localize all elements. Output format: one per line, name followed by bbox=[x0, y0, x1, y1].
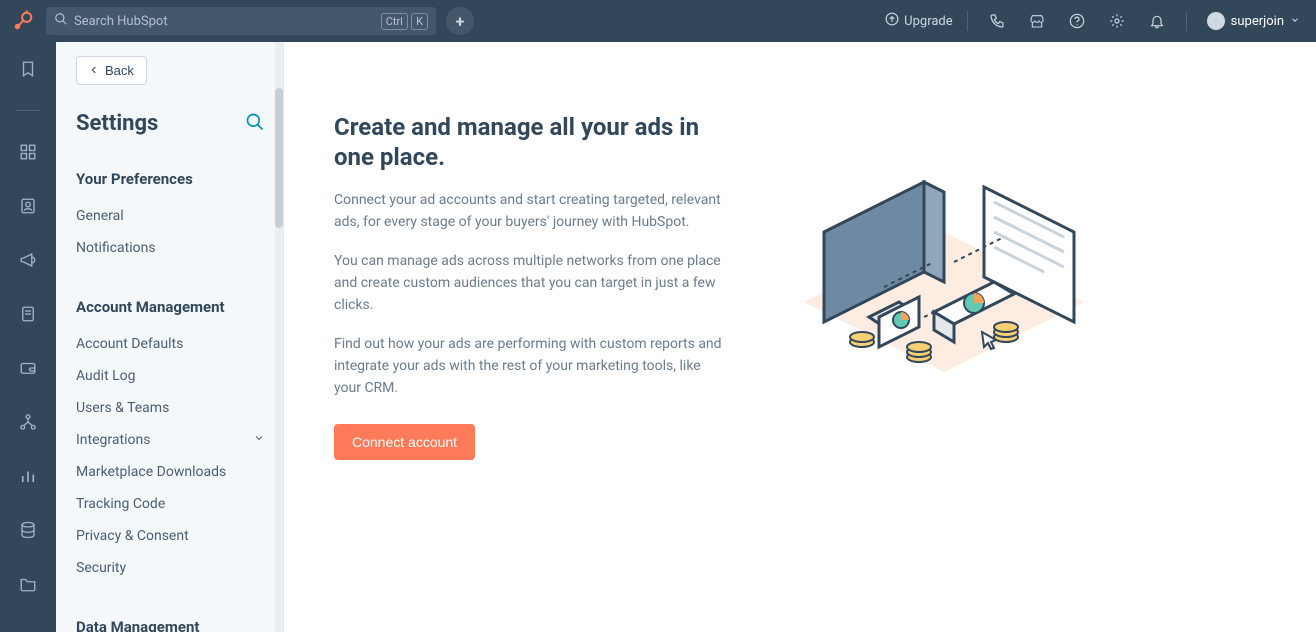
sidebar-item-integrations[interactable]: Integrations bbox=[76, 424, 265, 456]
notifications-icon[interactable] bbox=[1142, 6, 1172, 36]
paragraph-3: Find out how your ads are performing wit… bbox=[334, 334, 724, 399]
sidebar-item-marketplace-downloads[interactable]: Marketplace Downloads bbox=[76, 456, 265, 488]
left-rail bbox=[0, 42, 56, 632]
upgrade-icon bbox=[885, 12, 899, 30]
folder-icon[interactable] bbox=[15, 571, 41, 597]
hubspot-logo[interactable] bbox=[10, 8, 36, 34]
user-label: superjoin bbox=[1231, 14, 1284, 29]
top-navbar: Search HubSpot Ctrl K + Upgrade superjoi… bbox=[0, 0, 1316, 42]
wallet-icon[interactable] bbox=[15, 355, 41, 381]
global-search[interactable]: Search HubSpot Ctrl K bbox=[46, 7, 436, 35]
section-data-management: Data Management bbox=[76, 618, 265, 632]
sidebar-item-security[interactable]: Security bbox=[76, 552, 265, 584]
chart-icon[interactable] bbox=[15, 463, 41, 489]
page-heading: Create and manage all your ads in one pl… bbox=[334, 112, 724, 172]
database-icon[interactable] bbox=[15, 517, 41, 543]
upgrade-link[interactable]: Upgrade bbox=[885, 12, 952, 30]
settings-icon[interactable] bbox=[1102, 6, 1132, 36]
section-your-preferences: Your Preferences bbox=[76, 170, 265, 188]
chevron-left-icon bbox=[89, 63, 99, 78]
user-menu[interactable]: superjoin bbox=[1201, 12, 1306, 30]
section-account-management: Account Management bbox=[76, 298, 265, 316]
phone-icon[interactable] bbox=[982, 6, 1012, 36]
chevron-down-icon bbox=[253, 432, 265, 448]
settings-title: Settings bbox=[76, 111, 158, 136]
plus-icon: + bbox=[456, 12, 465, 31]
help-icon[interactable] bbox=[1062, 6, 1092, 36]
sidebar-item-account-defaults[interactable]: Account Defaults bbox=[76, 328, 265, 360]
sidebar-item-users-teams[interactable]: Users & Teams bbox=[76, 392, 265, 424]
sidebar-item-general[interactable]: General bbox=[76, 200, 265, 232]
main-content: Create and manage all your ads in one pl… bbox=[284, 42, 1316, 632]
connect-account-button[interactable]: Connect account bbox=[334, 424, 475, 460]
back-button[interactable]: Back bbox=[76, 56, 147, 85]
scrollbar-thumb[interactable] bbox=[275, 88, 283, 228]
back-label: Back bbox=[105, 63, 134, 78]
marketplace-icon[interactable] bbox=[1022, 6, 1052, 36]
grid-icon[interactable] bbox=[15, 139, 41, 165]
hero-illustration bbox=[784, 112, 1104, 372]
kbd-ctrl: Ctrl bbox=[381, 13, 408, 30]
settings-panel: Back Settings Your Preferences General N… bbox=[56, 42, 284, 632]
paragraph-2: You can manage ads across multiple netwo… bbox=[334, 251, 724, 316]
search-placeholder: Search HubSpot bbox=[74, 14, 168, 29]
kbd-k: K bbox=[411, 13, 428, 30]
sidebar-item-tracking-code[interactable]: Tracking Code bbox=[76, 488, 265, 520]
bookmark-icon[interactable] bbox=[15, 56, 41, 82]
contact-icon[interactable] bbox=[15, 193, 41, 219]
megaphone-icon[interactable] bbox=[15, 247, 41, 273]
avatar bbox=[1207, 12, 1225, 30]
settings-search-icon[interactable] bbox=[245, 112, 265, 136]
sidebar-item-privacy-consent[interactable]: Privacy & Consent bbox=[76, 520, 265, 552]
paragraph-1: Connect your ad accounts and start creat… bbox=[334, 190, 724, 233]
tree-icon[interactable] bbox=[15, 409, 41, 435]
sidebar-item-audit-log[interactable]: Audit Log bbox=[76, 360, 265, 392]
add-button[interactable]: + bbox=[446, 7, 474, 35]
upgrade-label: Upgrade bbox=[904, 14, 952, 29]
content-icon[interactable] bbox=[15, 301, 41, 327]
sidebar-item-notifications[interactable]: Notifications bbox=[76, 232, 265, 264]
caret-down-icon bbox=[1290, 14, 1300, 29]
search-icon bbox=[54, 12, 68, 30]
